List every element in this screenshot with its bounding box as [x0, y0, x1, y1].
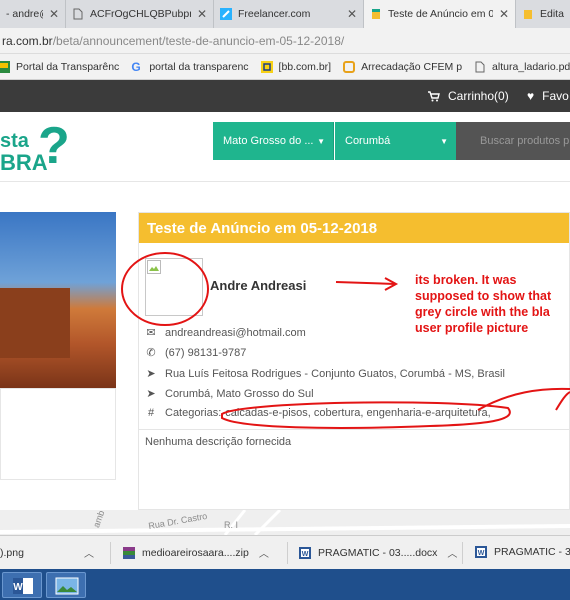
- download-item[interactable]: W PRAGMATIC - 3: [474, 545, 570, 559]
- annotation-line: user profile picture: [415, 321, 529, 335]
- archive-icon: [123, 546, 135, 559]
- windows-taskbar: W: [0, 569, 570, 600]
- taskbar-word-button[interactable]: W: [2, 572, 42, 598]
- divider: [287, 542, 288, 564]
- svg-text:W: W: [302, 551, 309, 558]
- chevron-up-icon[interactable]: ︿: [84, 545, 94, 560]
- word-doc-icon: W: [299, 546, 311, 559]
- annotation-line: supposed to show that: [415, 289, 552, 303]
- download-name: medioareirosaara....zip: [142, 546, 249, 559]
- word-doc-icon: W: [475, 546, 487, 558]
- svg-text:W: W: [13, 582, 23, 593]
- chevron-up-icon[interactable]: ︿: [259, 545, 269, 560]
- annotation-line: grey circle with the bla: [415, 305, 550, 319]
- download-item[interactable]: W PRAGMATIC - 03.....docx ︿: [298, 545, 457, 560]
- svg-text:W: W: [478, 550, 485, 557]
- divider: [110, 542, 111, 564]
- map-preview[interactable]: Rua Dr. Castro R. I amb: [0, 510, 570, 535]
- download-name: PRAGMATIC - 3: [494, 546, 570, 558]
- download-name: ).png: [0, 546, 24, 559]
- download-item[interactable]: medioareirosaara....zip ︿: [122, 545, 269, 560]
- image-viewer-icon: [55, 577, 79, 595]
- annotation-line: its broken. It was: [415, 273, 517, 287]
- taskbar-image-viewer-button[interactable]: [46, 572, 86, 598]
- categories-circle-annotation: [221, 401, 511, 429]
- downloads-bar: ).png ︿ medioareirosaara....zip ︿ W PRAG…: [0, 535, 570, 569]
- download-item[interactable]: ).png ︿: [0, 545, 94, 561]
- arrow-annotation: [555, 391, 570, 411]
- map-label: R. I: [224, 520, 239, 530]
- chevron-up-icon[interactable]: ︿: [447, 545, 457, 560]
- divider: [462, 542, 463, 564]
- avatar-circle-annotation: [121, 252, 209, 326]
- download-name: PRAGMATIC - 03.....docx: [318, 546, 438, 559]
- annotation-note: its broken. It was supposed to show that…: [415, 272, 570, 336]
- map-roads: [0, 510, 570, 535]
- arrow-annotation: [335, 281, 396, 285]
- word-icon: W: [13, 578, 33, 594]
